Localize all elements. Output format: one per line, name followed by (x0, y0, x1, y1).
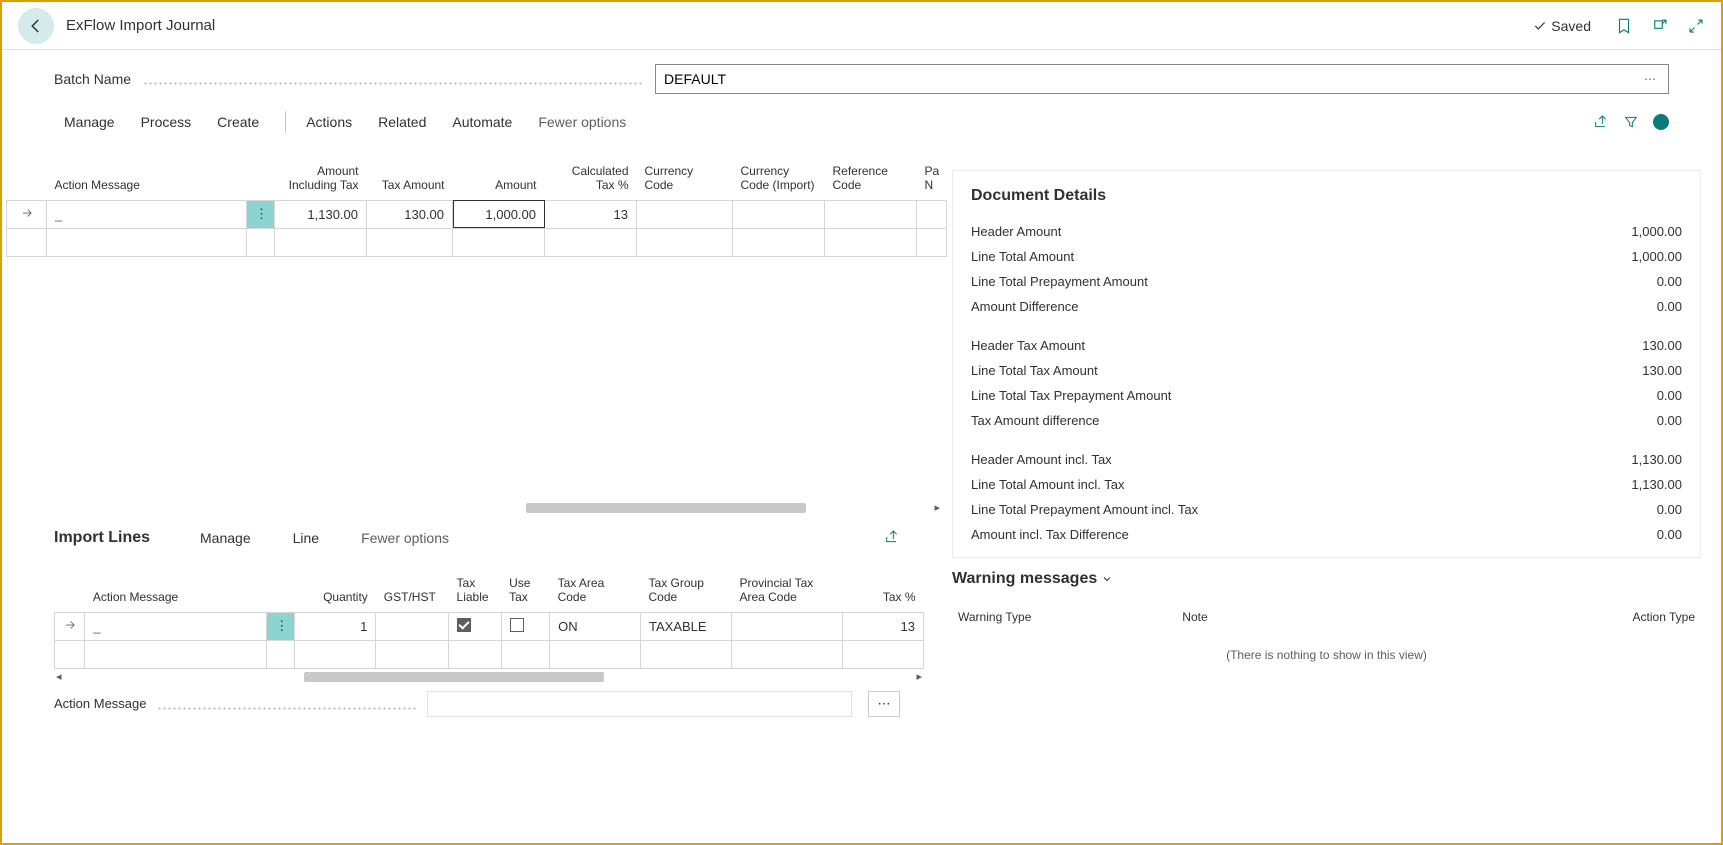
il-col-tax-pct[interactable]: Tax % (843, 556, 924, 612)
row-select[interactable] (55, 612, 85, 640)
scrollbar-thumb[interactable] (304, 672, 604, 682)
arrow-right-icon (20, 206, 34, 220)
col-action-message[interactable]: Action Message (47, 144, 247, 200)
factbox-toggle-icon[interactable] (1653, 114, 1669, 130)
cell-reference-code[interactable] (825, 200, 917, 228)
check-icon (1533, 19, 1547, 33)
arrow-left-icon (27, 17, 45, 35)
cell-amount[interactable]: 1,000.00 (453, 200, 545, 228)
chevron-down-icon (1101, 573, 1113, 585)
cmd-automate[interactable]: Automate (442, 108, 522, 136)
cmd-create[interactable]: Create (207, 108, 269, 136)
batch-name-input[interactable] (664, 71, 1640, 87)
il-cmd-line[interactable]: Line (283, 524, 329, 552)
il-cell-action-message[interactable]: _ (85, 612, 267, 640)
cmd-manage[interactable]: Manage (54, 108, 125, 136)
warning-messages-grid[interactable]: Warning Type Note Action Type (952, 602, 1701, 644)
warn-col-type[interactable]: Warning Type (954, 604, 1176, 642)
col-calc-tax-pct[interactable]: Calculated Tax % (545, 144, 637, 200)
warning-empty-text: (There is nothing to show in this view) (952, 644, 1701, 662)
scrollbar-thumb[interactable] (526, 503, 806, 513)
il-cmd-manage[interactable]: Manage (190, 524, 261, 552)
batch-name-label: Batch Name (54, 71, 131, 87)
cell-amount-incl-tax[interactable]: 1,130.00 (275, 200, 367, 228)
cmd-process[interactable]: Process (131, 108, 202, 136)
il-cell-quantity[interactable]: 1 (295, 612, 376, 640)
il-cell-tax-liable[interactable] (449, 612, 502, 640)
popout-icon[interactable] (1651, 17, 1669, 35)
share-icon[interactable] (884, 529, 900, 545)
batch-lookup-button[interactable]: ⋯ (1640, 72, 1660, 86)
il-cell-tax-area-code[interactable]: ON (550, 612, 641, 640)
cmd-fewer-options[interactable]: Fewer options (528, 108, 636, 136)
row-menu-button[interactable]: ⋮ (267, 612, 295, 640)
warn-col-note[interactable]: Note (1178, 604, 1474, 642)
cmd-divider (285, 111, 286, 133)
cmd-actions[interactable]: Actions (296, 108, 362, 136)
dotted-leader (157, 698, 417, 710)
scroll-right-icon[interactable]: ▸ (916, 670, 922, 683)
col-amount[interactable]: Amount (453, 144, 545, 200)
col-pa[interactable]: Pa N (917, 144, 947, 200)
arrow-right-icon (63, 618, 77, 632)
filter-icon[interactable] (1623, 114, 1639, 130)
cell-tax-amount[interactable]: 130.00 (367, 200, 453, 228)
col-currency-code[interactable]: Currency Code (637, 144, 733, 200)
il-col-tax-group-code[interactable]: Tax Group Code (641, 556, 732, 612)
more-options-button[interactable]: ⋯ (868, 691, 900, 717)
dotted-leader (143, 73, 643, 85)
row-menu-button[interactable]: ⋮ (247, 200, 275, 228)
table-row[interactable]: _ ⋮ 1 ON TAXABLE 13 (55, 612, 924, 640)
il-col-tax-area-code[interactable]: Tax Area Code (550, 556, 641, 612)
warn-col-action-type[interactable]: Action Type (1477, 604, 1699, 642)
table-row[interactable] (55, 640, 924, 668)
scroll-left-icon[interactable]: ◂ (56, 670, 62, 683)
cell-action-message[interactable]: _ (47, 200, 247, 228)
batch-name-field[interactable]: ⋯ (655, 64, 1669, 94)
row-select[interactable] (7, 200, 47, 228)
action-message-label: Action Message (54, 696, 147, 711)
il-col-action-message[interactable]: Action Message (85, 556, 267, 612)
action-message-field[interactable] (427, 691, 853, 717)
col-currency-code-import[interactable]: Currency Code (Import) (733, 144, 825, 200)
col-reference-code[interactable]: Reference Code (825, 144, 917, 200)
bookmark-icon[interactable] (1615, 17, 1633, 35)
il-cell-tax-pct[interactable]: 13 (843, 612, 924, 640)
document-details-pane: Document Details Header Amount1,000.00 L… (952, 170, 1701, 558)
checkbox-icon (457, 618, 471, 632)
il-col-quantity[interactable]: Quantity (295, 556, 376, 612)
cell-calc-tax-pct[interactable]: 13 (545, 200, 637, 228)
il-cell-gst-hst[interactable] (376, 612, 449, 640)
cell-currency-code[interactable] (637, 200, 733, 228)
scroll-right-icon[interactable]: ▸ (934, 501, 940, 514)
share-icon[interactable] (1593, 114, 1609, 130)
import-lines-title: Import Lines (54, 529, 150, 547)
checkbox-icon (510, 618, 524, 632)
table-row[interactable] (7, 228, 947, 256)
il-cell-prov-tax-area[interactable] (731, 612, 842, 640)
saved-status: Saved (1533, 18, 1591, 34)
import-lines-grid[interactable]: Action Message Quantity GST/HST Tax Liab… (54, 556, 924, 669)
warning-messages-header[interactable]: Warning messages (952, 558, 1701, 596)
il-col-gst-hst[interactable]: GST/HST (376, 556, 449, 612)
il-col-use-tax[interactable]: Use Tax (501, 556, 550, 612)
il-col-prov-tax-area[interactable]: Provincial Tax Area Code (731, 556, 842, 612)
main-grid[interactable]: Action Message Amount Including Tax Tax … (6, 144, 947, 257)
col-amount-incl-tax[interactable]: Amount Including Tax (275, 144, 367, 200)
cmd-related[interactable]: Related (368, 108, 436, 136)
il-cell-use-tax[interactable] (501, 612, 550, 640)
col-tax-amount[interactable]: Tax Amount (367, 144, 453, 200)
back-button[interactable] (18, 8, 54, 44)
cell-currency-code-import[interactable] (733, 200, 825, 228)
il-col-tax-liable[interactable]: Tax Liable (449, 556, 502, 612)
table-row[interactable]: _ ⋮ 1,130.00 130.00 1,000.00 13 (7, 200, 947, 228)
collapse-icon[interactable] (1687, 17, 1705, 35)
il-cmd-fewer[interactable]: Fewer options (351, 524, 459, 552)
document-details-title: Document Details (971, 187, 1682, 205)
page-title: ExFlow Import Journal (66, 17, 215, 34)
il-cell-tax-group-code[interactable]: TAXABLE (641, 612, 732, 640)
